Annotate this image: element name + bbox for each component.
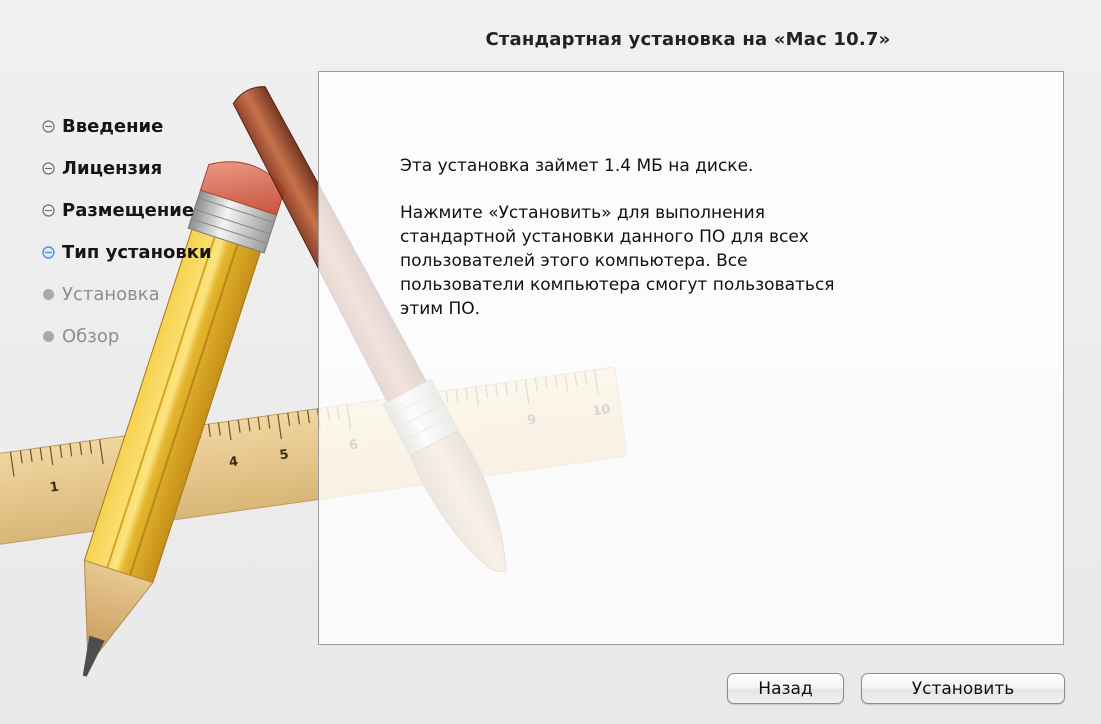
step-destination: Размещение xyxy=(42,196,212,225)
installer-steps-list: Введение Лицензия Размещение Тип установ… xyxy=(42,112,212,364)
step-current-bullet-icon xyxy=(42,246,55,259)
step-installation: Установка xyxy=(42,280,212,309)
install-instructions-text: Нажмите «Установить» для выполнения стан… xyxy=(400,203,835,319)
step-license: Лицензия xyxy=(42,154,212,183)
step-done-bullet-icon xyxy=(42,204,55,217)
step-introduction: Введение xyxy=(42,112,212,141)
step-label: Размещение xyxy=(62,200,195,221)
content-panel: Эта установка займет 1.4 МБ на диске. На… xyxy=(318,71,1064,645)
step-label: Установка xyxy=(62,284,160,305)
step-label: Введение xyxy=(62,116,164,137)
step-label: Лицензия xyxy=(62,158,163,179)
disk-space-text: Эта установка займет 1.4 МБ на диске. xyxy=(400,156,754,176)
step-done-bullet-icon xyxy=(42,120,55,133)
content-text: Эта установка займет 1.4 МБ на диске. На… xyxy=(400,154,1000,344)
step-label: Тип установки xyxy=(62,242,212,263)
back-button[interactable]: Назад xyxy=(727,673,844,704)
step-pending-bullet-icon xyxy=(42,330,55,343)
step-done-bullet-icon xyxy=(42,162,55,175)
page-title: Стандартная установка на «Mac 10.7» xyxy=(485,29,891,50)
install-button[interactable]: Установить xyxy=(861,673,1065,704)
step-pending-bullet-icon xyxy=(42,288,55,301)
step-installation-type: Тип установки xyxy=(42,238,212,267)
step-summary: Обзор xyxy=(42,322,212,351)
installer-window: 1 4 5 6 9 10 xyxy=(0,0,1101,724)
step-label: Обзор xyxy=(62,326,120,347)
